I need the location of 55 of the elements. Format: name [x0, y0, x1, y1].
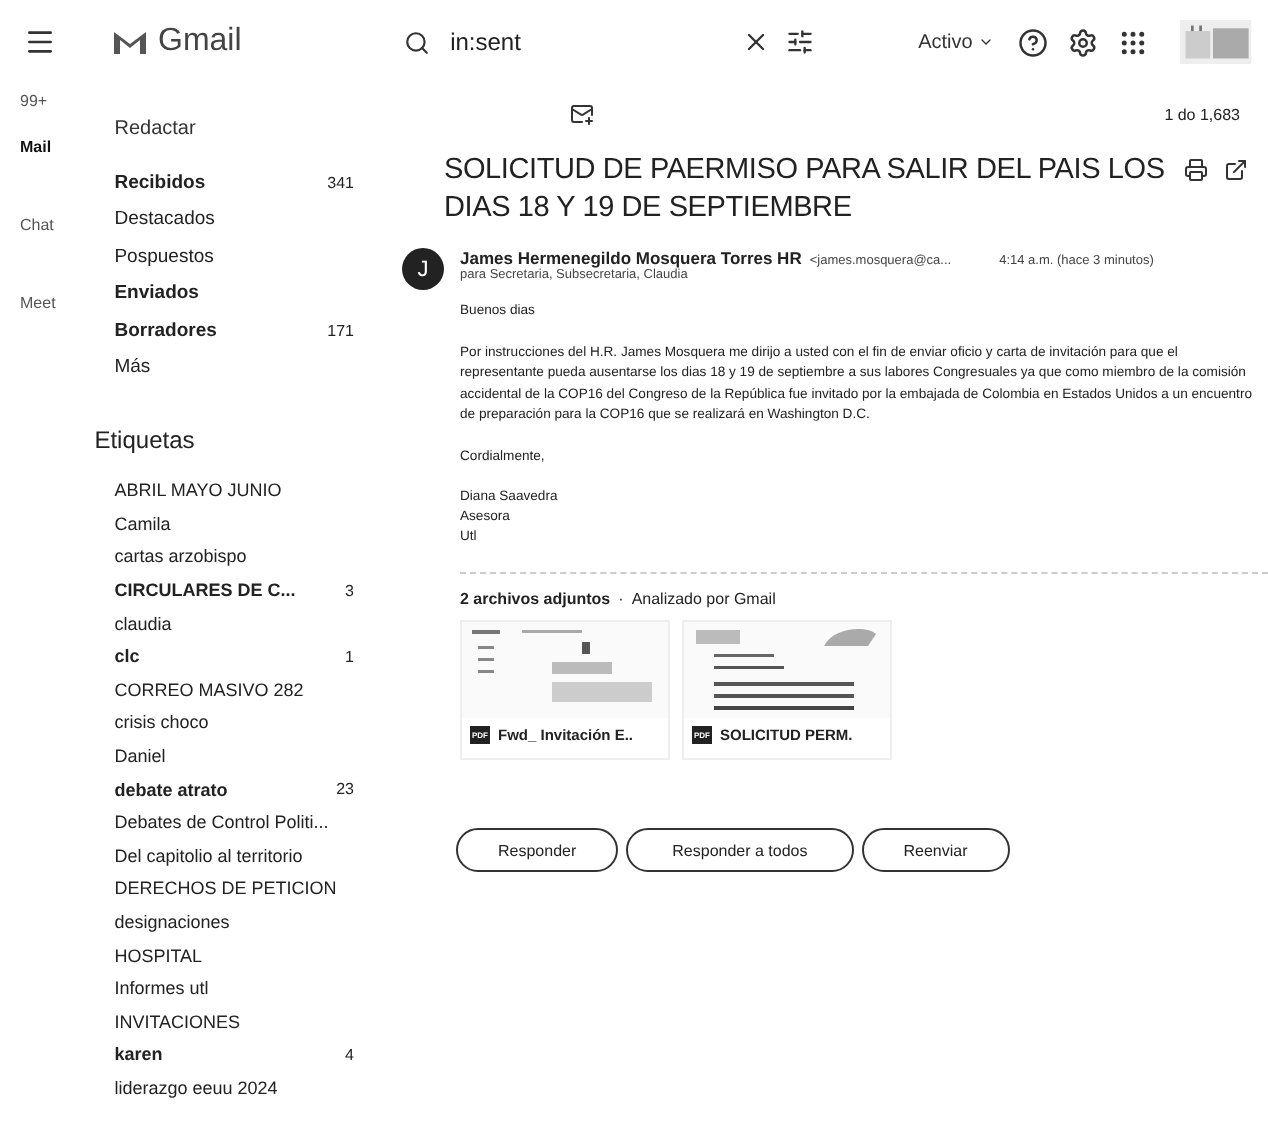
- unread-count: 99+: [20, 92, 48, 110]
- compose-button[interactable]: Redactar: [94, 84, 378, 164]
- nav-item[interactable]: crisis choco: [94, 706, 378, 740]
- rail-item[interactable]: Chat: [20, 216, 54, 234]
- nav-item[interactable]: designaciones: [94, 905, 378, 939]
- nav-item[interactable]: Pospuestos: [94, 238, 378, 275]
- search-icon[interactable]: [404, 29, 431, 55]
- nav-item[interactable]: ABRIL MAYO JUNIO: [94, 474, 378, 508]
- nav-item[interactable]: Recibidos 341: [94, 164, 378, 201]
- action-button[interactable]: Responder a todos: [626, 828, 854, 872]
- nav-item[interactable]: Más: [94, 349, 378, 386]
- nav-item[interactable]: CORREO MASIVO 282: [94, 673, 378, 707]
- email-subject: SOLICITUD DE PAERMISO PARA SALIR DEL PAIS LOS DIAS 18 Y 19 DE SEPTIEMBRE: [444, 152, 1167, 228]
- attachments-heading: 2 archivos adjuntos: [460, 590, 611, 608]
- nav-item[interactable]: Informes utl: [94, 971, 378, 1005]
- print-icon[interactable]: [1184, 158, 1208, 182]
- nav-item[interactable]: INVITACIONES: [94, 1005, 378, 1039]
- envelope-logo-icon: [112, 28, 148, 56]
- apps-grid-icon[interactable]: [1118, 27, 1149, 57]
- action-button[interactable]: Responder: [456, 828, 619, 872]
- nav-item[interactable]: Camila: [94, 507, 378, 541]
- rail-item[interactable]: Mail: [20, 138, 52, 156]
- nav-item[interactable]: cartas arzobispo: [94, 540, 378, 574]
- scan-note: Analizado por Gmail: [631, 590, 776, 608]
- nav-item[interactable]: HOSPITAL: [94, 938, 378, 972]
- sliders-icon[interactable]: [786, 28, 815, 56]
- nav-item[interactable]: claudia: [94, 606, 378, 640]
- external-link-icon[interactable]: [1224, 158, 1248, 182]
- settings-icon[interactable]: [1068, 27, 1099, 57]
- search-field[interactable]: in:sent: [446, 26, 727, 58]
- nav-item[interactable]: Borradores 171: [94, 312, 378, 349]
- mail-icon[interactable]: [570, 102, 594, 126]
- sender-name: James Hermenegildo Mosquera Torres HR: [460, 248, 802, 268]
- pager-count: 1 do 1,683: [1164, 105, 1240, 123]
- nav-item[interactable]: DERECHOS DE PETICION: [94, 872, 378, 906]
- separator-dot: ·: [618, 590, 624, 608]
- status-dropdown[interactable]: Activo: [914, 27, 999, 57]
- app-name: Gmail: [158, 24, 242, 60]
- menu-icon[interactable]: [24, 26, 56, 58]
- nav-item[interactable]: Debates de Control Politi...: [94, 805, 378, 840]
- sender-avatar: J: [402, 248, 444, 290]
- help-icon[interactable]: [1018, 27, 1049, 57]
- caret-icon: [978, 34, 995, 50]
- labels-heading: Etiquetas: [94, 424, 197, 458]
- nav-item[interactable]: clc 1: [94, 639, 378, 674]
- nav-item[interactable]: Destacados: [94, 201, 378, 238]
- action-button[interactable]: Reenviar: [861, 828, 1010, 872]
- rail-item[interactable]: Meet: [20, 294, 56, 312]
- nav-item[interactable]: karen 4: [94, 1038, 378, 1072]
- nav-item[interactable]: Enviados: [94, 275, 378, 312]
- nav-item[interactable]: Del capitolio al territorio: [94, 839, 378, 873]
- nav-item[interactable]: Daniel: [94, 739, 378, 773]
- nav-item[interactable]: debate atrato 23: [94, 772, 378, 806]
- nav-item[interactable]: CIRCULARES DE C... 3: [94, 573, 378, 607]
- nav-item[interactable]: liderazgo eeuu 2024: [94, 1071, 378, 1105]
